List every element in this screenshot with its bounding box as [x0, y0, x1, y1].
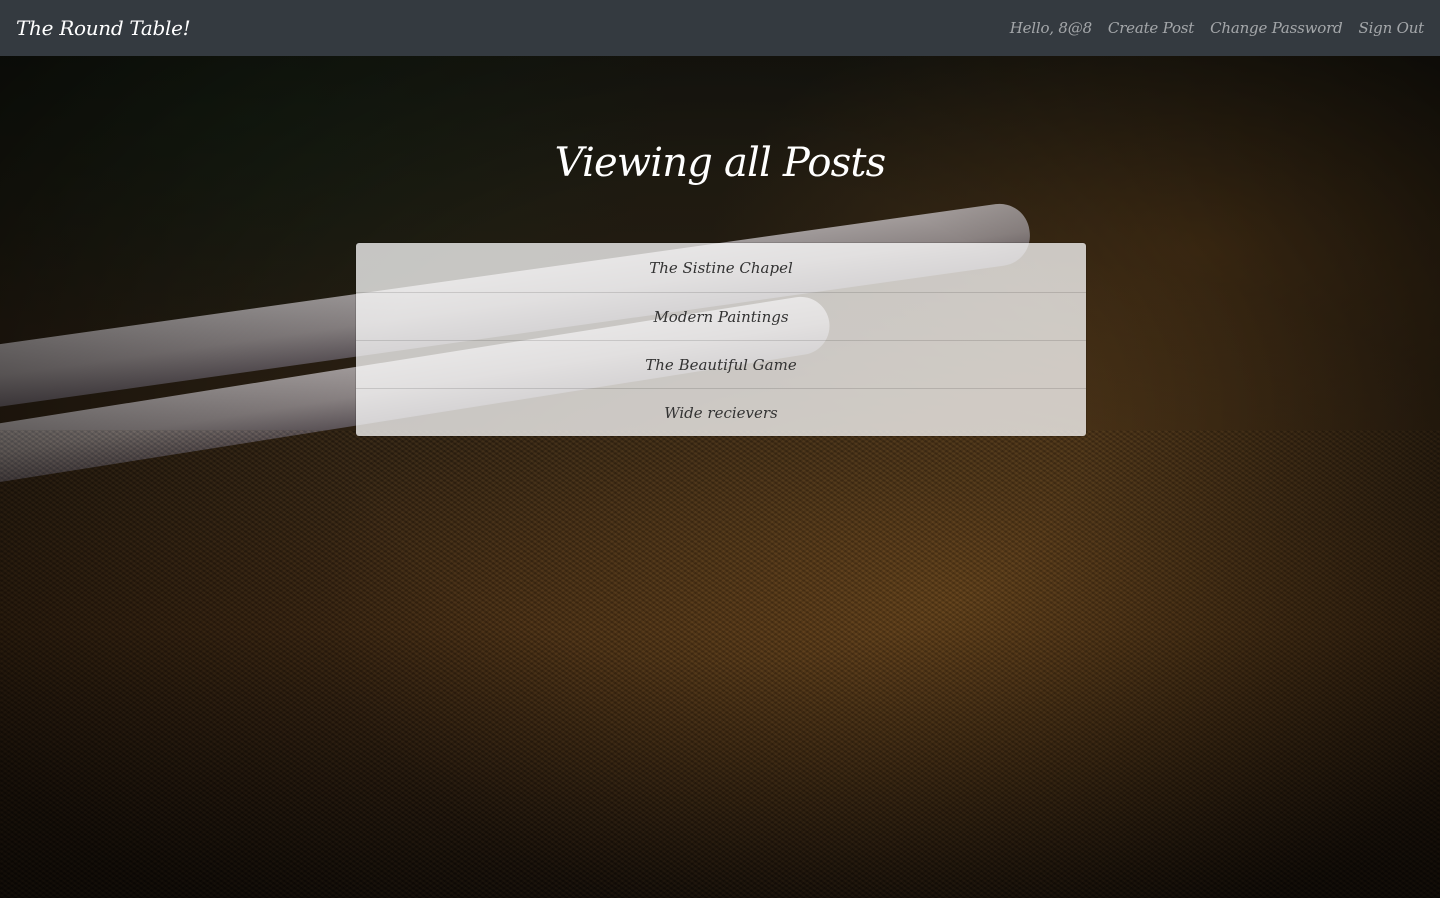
sign-out-link[interactable]: Sign Out [1359, 19, 1425, 37]
post-list-item[interactable]: The Beautiful Game [356, 340, 1086, 388]
nav-links: Hello, 8@8 Create Post Change Password S… [1010, 19, 1424, 37]
page-title: Viewing all Posts [554, 140, 887, 186]
post-list-item[interactable]: The Sistine Chapel [356, 243, 1086, 292]
brand-link[interactable]: The Round Table! [16, 16, 191, 40]
post-list-item[interactable]: Modern Paintings [356, 292, 1086, 340]
post-list-item[interactable]: Wide recievers [356, 388, 1086, 436]
main-content: Viewing all Posts The Sistine Chapel Mod… [0, 56, 1440, 898]
change-password-link[interactable]: Change Password [1210, 19, 1343, 37]
user-greeting: Hello, 8@8 [1009, 19, 1092, 37]
post-list: The Sistine Chapel Modern Paintings The … [355, 242, 1087, 437]
create-post-link[interactable]: Create Post [1108, 19, 1194, 37]
navbar: The Round Table! Hello, 8@8 Create Post … [0, 0, 1440, 56]
